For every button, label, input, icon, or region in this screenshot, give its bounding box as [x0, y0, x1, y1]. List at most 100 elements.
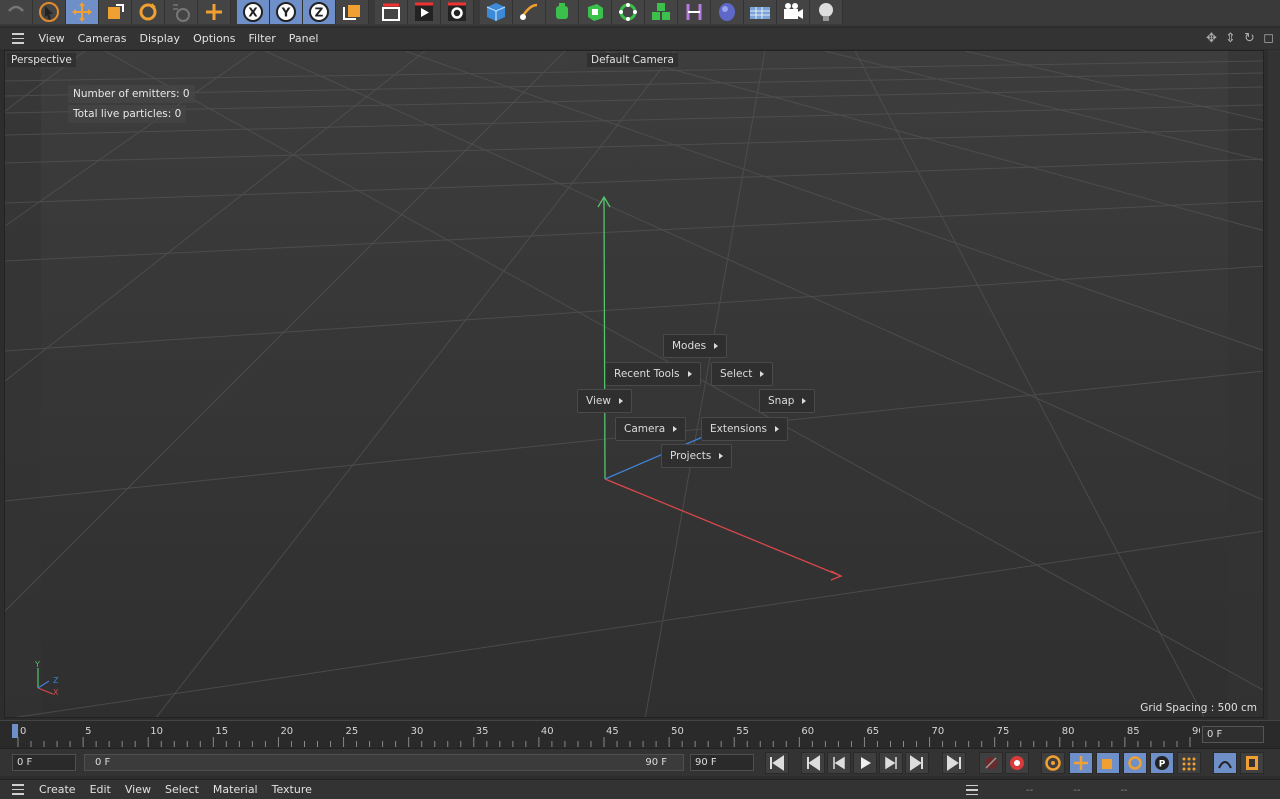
prev-key-button[interactable]: [801, 752, 825, 774]
timeline-tick-label: 10: [150, 726, 163, 737]
y-axis-toggle[interactable]: Y: [270, 0, 303, 24]
key-scale-toggle[interactable]: [1096, 752, 1120, 774]
floor-button[interactable]: [744, 0, 777, 24]
timeline-tick-label: 50: [671, 726, 684, 737]
menu-view[interactable]: View: [32, 28, 71, 49]
mini-axis-x-label: X: [53, 688, 59, 697]
coordinates-hamburger-icon[interactable]: [962, 780, 982, 799]
timeline-tick-label: 55: [736, 726, 749, 737]
timeline-current-frame[interactable]: 0 F: [1202, 726, 1264, 743]
add-object-button[interactable]: [198, 0, 231, 24]
timeline-tick-label: 70: [932, 726, 945, 737]
ctx-select-label: Select: [720, 368, 753, 380]
menu-view-bottom[interactable]: View: [118, 780, 158, 799]
live-select-button[interactable]: [165, 0, 198, 24]
sphere-button[interactable]: [711, 0, 744, 24]
pan-view-icon[interactable]: ✥: [1204, 31, 1219, 46]
menu-cameras[interactable]: Cameras: [71, 28, 133, 49]
camera-label[interactable]: Default Camera: [587, 53, 678, 67]
menu-filter[interactable]: Filter: [242, 28, 282, 49]
prev-frame-icon: [833, 756, 845, 770]
ctx-view-label: View: [586, 395, 611, 407]
mograph-button[interactable]: [645, 0, 678, 24]
pointer-tool-button[interactable]: [33, 0, 66, 24]
viewport-menubar: View Cameras Display Options Filter Pane…: [0, 28, 1280, 49]
schematic-button[interactable]: [1213, 752, 1237, 774]
move-tool-button[interactable]: [66, 0, 99, 24]
coord-placeholder-2: --: [1073, 784, 1081, 796]
maximize-view-icon[interactable]: ◻: [1261, 31, 1276, 46]
prev-frame-button[interactable]: [827, 752, 851, 774]
menu-material[interactable]: Material: [206, 780, 265, 799]
ctx-camera[interactable]: Camera: [615, 417, 687, 441]
projection-label[interactable]: Perspective: [7, 53, 76, 67]
hamburger-menu-icon[interactable]: [8, 28, 28, 49]
cube-button[interactable]: [480, 0, 513, 24]
menu-texture[interactable]: Texture: [265, 780, 319, 799]
key-pla-toggle[interactable]: [1177, 752, 1201, 774]
scale-tool-button[interactable]: [99, 0, 132, 24]
next-key-icon: [910, 755, 923, 771]
svg-text:Y: Y: [281, 6, 291, 20]
dolly-view-icon[interactable]: ⇕: [1223, 31, 1238, 46]
material-menubar: Create Edit View Select Material Texture…: [0, 779, 1280, 799]
menu-select[interactable]: Select: [158, 780, 206, 799]
ctx-extensions[interactable]: Extensions: [701, 417, 789, 441]
menu-panel[interactable]: Panel: [282, 28, 325, 49]
ctx-view[interactable]: View: [577, 389, 632, 413]
ctx-recent-tools[interactable]: Recent Tools: [605, 362, 701, 386]
go-to-start-button[interactable]: [765, 752, 789, 774]
timeline-tick-label: 30: [411, 726, 424, 737]
keyframe-selection-button[interactable]: [1041, 752, 1065, 774]
ctx-snap[interactable]: Snap: [759, 389, 816, 413]
go-to-end-button[interactable]: [942, 752, 966, 774]
next-frame-button[interactable]: [879, 752, 903, 774]
menu-edit[interactable]: Edit: [83, 780, 118, 799]
extrude-button[interactable]: [579, 0, 612, 24]
play-button[interactable]: [853, 752, 877, 774]
deformer-button[interactable]: [678, 0, 711, 24]
render-settings-button[interactable]: [441, 0, 474, 24]
ctx-projects[interactable]: Projects: [661, 444, 733, 468]
next-key-button[interactable]: [905, 752, 929, 774]
camera-object-button[interactable]: [777, 0, 810, 24]
z-axis-toggle[interactable]: Z: [303, 0, 336, 24]
subdivision-surface-button[interactable]: [546, 0, 579, 24]
render-region-button[interactable]: [375, 0, 408, 24]
menu-options[interactable]: Options: [187, 28, 242, 49]
playhead-marker[interactable]: [12, 724, 18, 738]
key-rotation-toggle[interactable]: [1123, 752, 1147, 774]
light-button[interactable]: [810, 0, 843, 24]
coordinates-header: -- -- --: [962, 780, 1128, 799]
ctx-modes[interactable]: Modes: [663, 334, 728, 358]
autokey-button[interactable]: [1005, 752, 1029, 774]
render-view-button[interactable]: [408, 0, 441, 24]
coordinate-system-button[interactable]: [336, 0, 369, 24]
transport-bar: 0 F 0 F 90 F 90 F P: [0, 748, 1280, 776]
start-frame-field[interactable]: 0 F: [12, 754, 76, 771]
range-slider[interactable]: 0 F 90 F: [84, 754, 684, 771]
undo-button[interactable]: [0, 0, 33, 24]
record-keys-button[interactable]: [979, 752, 1003, 774]
y-axis-icon: Y: [276, 2, 296, 22]
perspective-viewport[interactable]: Y Z X Perspective Default Camera Number …: [4, 50, 1264, 718]
parameter-key-icon: P: [1155, 756, 1169, 770]
move-icon: [72, 2, 92, 22]
coord-placeholder-1: --: [1026, 784, 1034, 796]
key-parameter-toggle[interactable]: P: [1150, 752, 1174, 774]
orbit-view-icon[interactable]: ↻: [1242, 31, 1257, 46]
menu-display[interactable]: Display: [133, 28, 187, 49]
cloner-button[interactable]: [612, 0, 645, 24]
pen-button[interactable]: [513, 0, 546, 24]
rotate-tool-button[interactable]: [132, 0, 165, 24]
timeline-ruler[interactable]: 0 5 10 15 20 25 30 35 40 45 50 55 60 65 70 75 80 85 90 0 F: [0, 720, 1280, 748]
toolbar-group-axes: X Y Z: [237, 0, 369, 24]
x-axis-toggle[interactable]: X: [237, 0, 270, 24]
end-frame-field[interactable]: 90 F: [690, 754, 754, 771]
menu-create[interactable]: Create: [32, 780, 83, 799]
plus-icon: [206, 4, 222, 20]
film-strip-button[interactable]: [1240, 752, 1264, 774]
key-position-toggle[interactable]: [1069, 752, 1093, 774]
ctx-select[interactable]: Select: [711, 362, 774, 386]
material-hamburger-icon[interactable]: [8, 779, 28, 799]
